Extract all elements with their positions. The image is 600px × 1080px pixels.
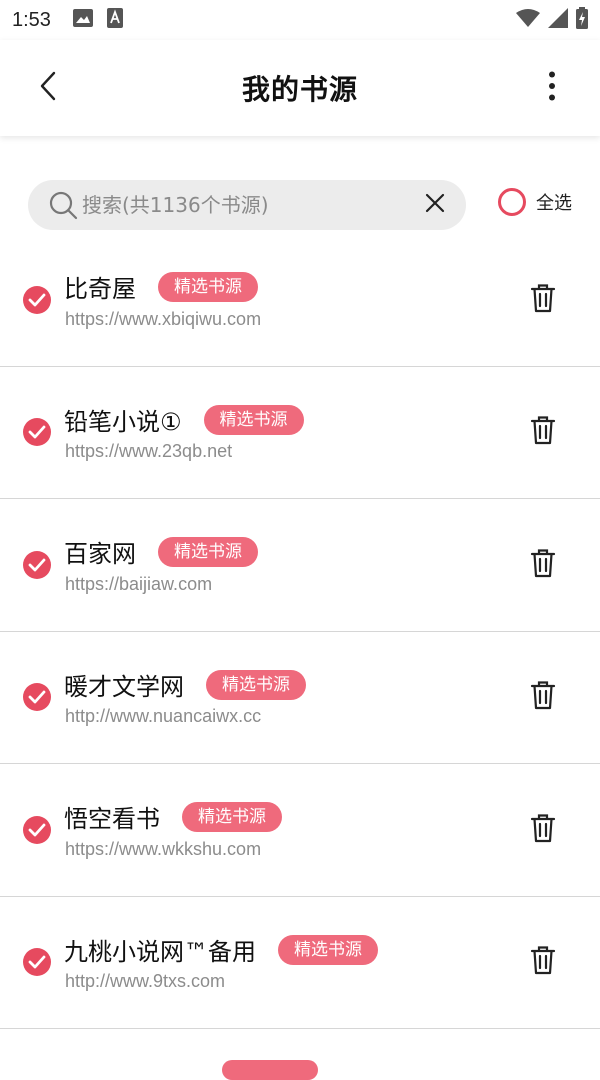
source-row[interactable]: 九桃小说网™备用 精选书源 http://www.9txs.com [0,897,600,1029]
close-icon [425,193,445,217]
source-url: https://www.23qb.net [65,441,233,461]
source-row[interactable]: 悟空看书 精选书源 https://www.wkkshu.com [0,764,600,897]
featured-tag: 精选书源 [158,536,258,567]
signal-icon [548,8,568,32]
source-list: 比奇屋 精选书源 https://www.xbiqiwu.com 铅笔小说① 精… [0,234,600,1029]
source-row[interactable]: 暖才文学网 精选书源 http://www.nuancaiwx.cc [0,632,600,764]
search-row: 全选 [0,180,600,230]
source-url: https://www.xbiqiwu.com [65,309,262,329]
delete-button[interactable] [528,549,558,581]
trash-icon [529,945,557,979]
featured-tag: 精选书源 [158,271,258,302]
wifi-icon [516,8,540,32]
trash-icon [529,283,557,317]
a-notification-icon [106,8,123,32]
check-circle-icon[interactable] [23,418,51,446]
clear-search-button[interactable] [422,192,448,218]
delete-button[interactable] [528,681,558,713]
source-name: 百家网 [64,540,136,568]
search-input[interactable] [82,193,402,217]
trash-icon [529,680,557,714]
check-circle-icon[interactable] [23,286,51,314]
select-all-toggle[interactable]: 全选 [498,188,572,216]
image-notification-icon [72,9,93,31]
delete-button[interactable] [528,946,558,978]
more-vertical-icon [548,71,556,105]
source-name: 铅笔小说① [64,408,182,436]
status-time: 1:53 [12,8,51,31]
source-title-line: 百家网 精选书源 [64,534,258,569]
source-name: 悟空看书 [64,805,160,833]
app-bar: 我的书源 [0,40,600,136]
check-circle-icon[interactable] [23,551,51,579]
source-title-line: 暖才文学网 精选书源 [64,667,306,702]
search-box [28,180,466,230]
partial-tag [222,1060,318,1080]
check-circle-icon[interactable] [23,816,51,844]
source-row[interactable]: 铅笔小说① 精选书源 https://www.23qb.net [0,367,600,499]
source-url: https://www.wkkshu.com [65,839,262,859]
check-circle-icon[interactable] [23,948,51,976]
page-title: 我的书源 [241,73,358,106]
source-name: 暖才文学网 [64,673,184,701]
select-all-radio[interactable] [498,188,526,216]
search-icon [48,190,78,220]
source-row[interactable]: 比奇屋 精选书源 https://www.xbiqiwu.com [0,234,600,367]
back-button[interactable] [30,70,66,106]
featured-tag: 精选书源 [206,669,306,700]
battery-icon [576,7,588,33]
featured-tag: 精选书源 [182,801,282,832]
chevron-left-icon [38,71,58,105]
trash-icon [529,813,557,847]
source-url: https://baijiaw.com [65,574,213,594]
source-row[interactable]: 百家网 精选书源 https://baijiaw.com [0,499,600,632]
trash-icon [529,415,557,449]
source-name: 九桃小说网™备用 [64,938,256,966]
delete-button[interactable] [528,284,558,316]
delete-button[interactable] [528,416,558,448]
source-title-line: 悟空看书 精选书源 [64,799,282,834]
status-bar: 1:53 [0,0,600,40]
source-url: http://www.9txs.com [65,971,226,991]
featured-tag: 精选书源 [203,404,304,435]
source-title-line: 比奇屋 精选书源 [64,269,258,304]
source-url: http://www.nuancaiwx.cc [65,706,262,726]
featured-tag: 精选书源 [278,934,378,965]
trash-icon [529,548,557,582]
source-title-line: 铅笔小说① 精选书源 [64,402,304,437]
check-circle-icon[interactable] [23,683,51,711]
select-all-label: 全选 [536,193,572,214]
source-name: 比奇屋 [64,275,136,303]
more-options-button[interactable] [534,70,570,106]
delete-button[interactable] [528,814,558,846]
source-title-line: 九桃小说网™备用 精选书源 [64,932,378,967]
